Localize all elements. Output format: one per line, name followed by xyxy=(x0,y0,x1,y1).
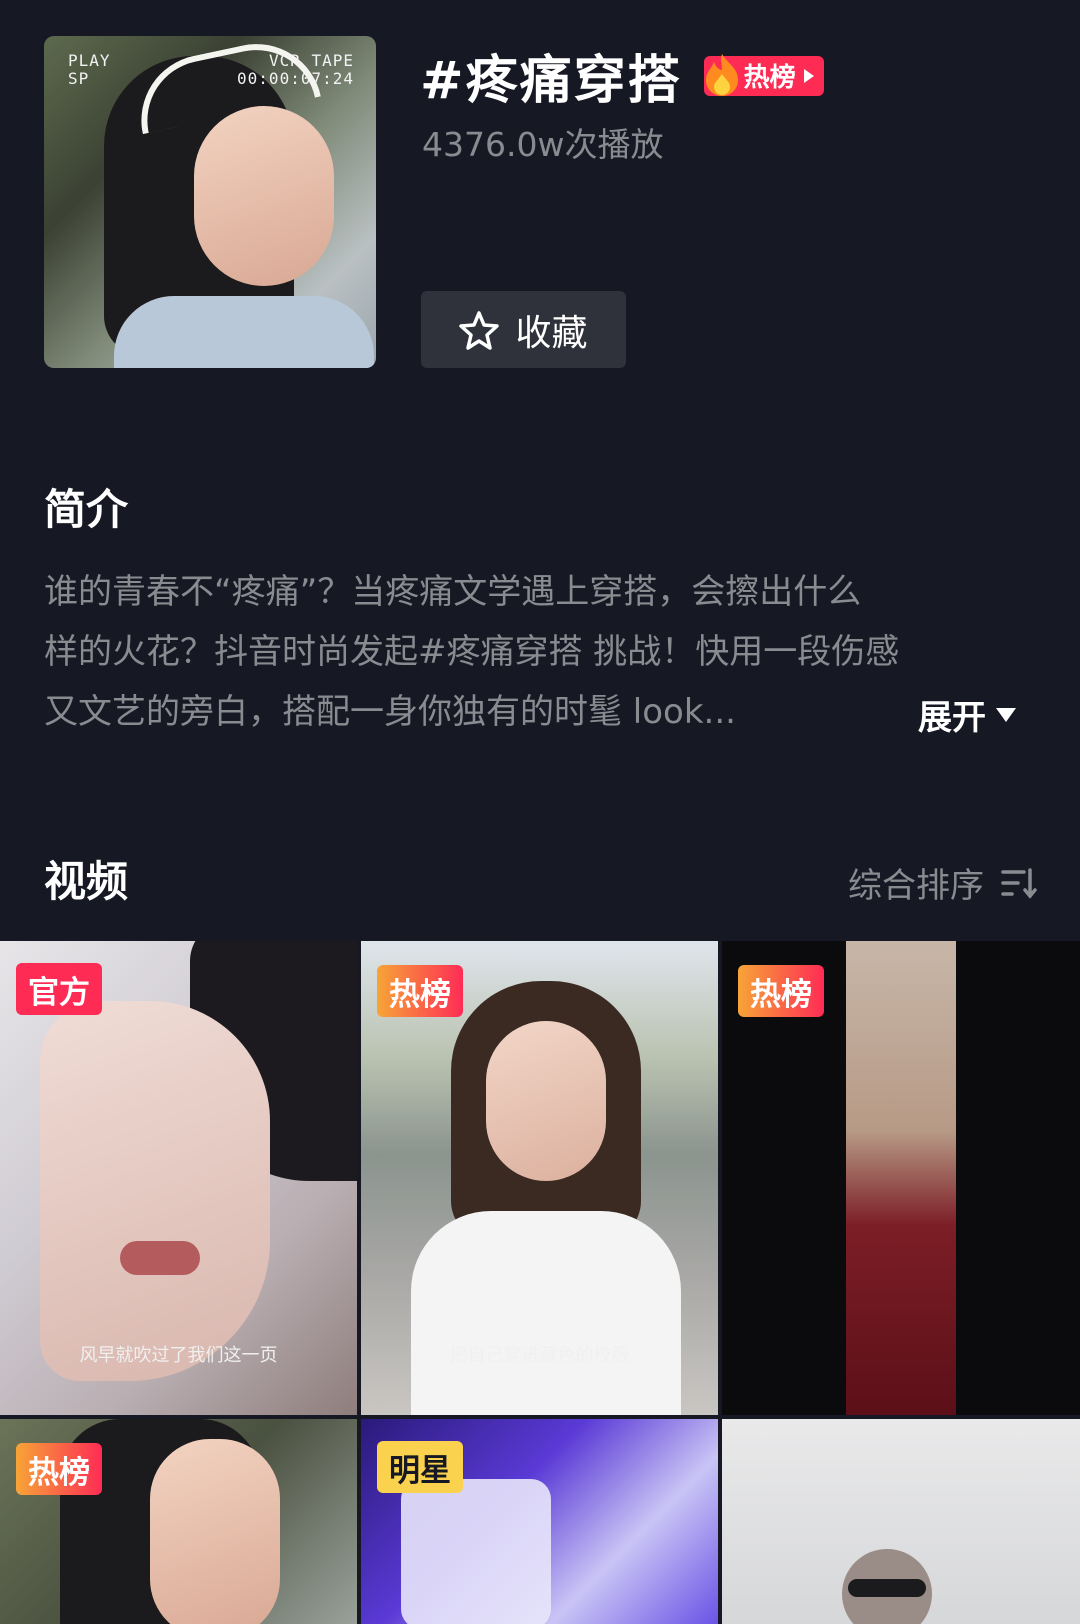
topic-cover-image[interactable]: PLAY SP VCR TAPE 00:00:07:24 xyxy=(44,36,376,368)
sort-label: 综合排序 xyxy=(848,866,984,906)
intro-line: 谁的青春不“疼痛”？当疼痛文学遇上穿搭，会擦出什么 xyxy=(44,572,862,612)
tag-badge: 热榜 xyxy=(16,1443,102,1495)
intro-line: 又文艺的旁白，搭配一身你独有的时髦 look... xyxy=(44,692,736,732)
star-outline-icon xyxy=(459,310,500,350)
tag-badge: 明星 xyxy=(377,1441,463,1493)
face-shape xyxy=(40,1001,270,1381)
intro-line: 样的火花？抖音时尚发起#疼痛穿搭 挑战！快用一段伤感 xyxy=(44,632,900,672)
intro-heading: 简介 xyxy=(44,485,129,534)
video-tile[interactable]: 热榜 把自己穿进藏色的校服 xyxy=(361,941,718,1415)
cover-vcr-left: PLAY SP xyxy=(68,51,111,88)
flame-icon xyxy=(705,53,738,96)
video-subtitle: 把自己穿进藏色的校服 xyxy=(449,1345,630,1366)
video-tile[interactable]: 官方 风早就吹过了我们这一页 xyxy=(0,941,357,1415)
caret-down-icon xyxy=(996,707,1016,722)
face-shape xyxy=(486,1021,606,1181)
topic-title: #疼痛穿搭 xyxy=(420,51,682,111)
videos-heading: 视频 xyxy=(44,857,129,906)
tag-badge: 官方 xyxy=(16,963,102,1015)
collect-label: 收藏 xyxy=(515,312,588,354)
hot-badge-label: 热榜 xyxy=(743,63,796,93)
sort-button[interactable]: 综合排序 xyxy=(848,858,1040,907)
expand-button[interactable]: 展开 xyxy=(918,690,1016,739)
video-tile[interactable] xyxy=(722,1419,1080,1624)
video-subtitle: 风早就吹过了我们这一页 xyxy=(79,1345,278,1366)
shirt-shape xyxy=(411,1211,681,1415)
sort-icon xyxy=(1001,867,1037,899)
lips-shape xyxy=(120,1241,200,1275)
play-arrow-icon xyxy=(803,68,814,83)
video-tile[interactable]: 热榜 xyxy=(0,1419,357,1624)
photo-strip xyxy=(846,941,956,1415)
video-tile[interactable]: 明星 xyxy=(361,1419,718,1624)
cover-shirt xyxy=(114,296,374,368)
tag-badge: 热榜 xyxy=(738,965,824,1017)
expand-label: 展开 xyxy=(918,698,986,738)
cover-face xyxy=(194,106,334,286)
play-count: 4376.0w次播放 xyxy=(422,125,664,164)
face-shape xyxy=(150,1439,280,1624)
topic-header: #疼痛穿搭 热榜 xyxy=(420,38,824,113)
collect-button[interactable]: 收藏 xyxy=(421,291,626,368)
hot-list-badge[interactable]: 热榜 xyxy=(703,53,824,96)
light-shape xyxy=(401,1479,551,1624)
video-tile[interactable]: 热榜 xyxy=(722,941,1080,1415)
sunglasses-shape xyxy=(848,1579,926,1597)
tag-badge: 热榜 xyxy=(377,965,463,1017)
cover-vcr-right: VCR TAPE 00:00:07:24 xyxy=(237,51,354,88)
intro-description: 谁的青春不“疼痛”？当疼痛文学遇上穿搭，会擦出什么 样的火花？抖音时尚发起#疼痛… xyxy=(44,562,1034,742)
